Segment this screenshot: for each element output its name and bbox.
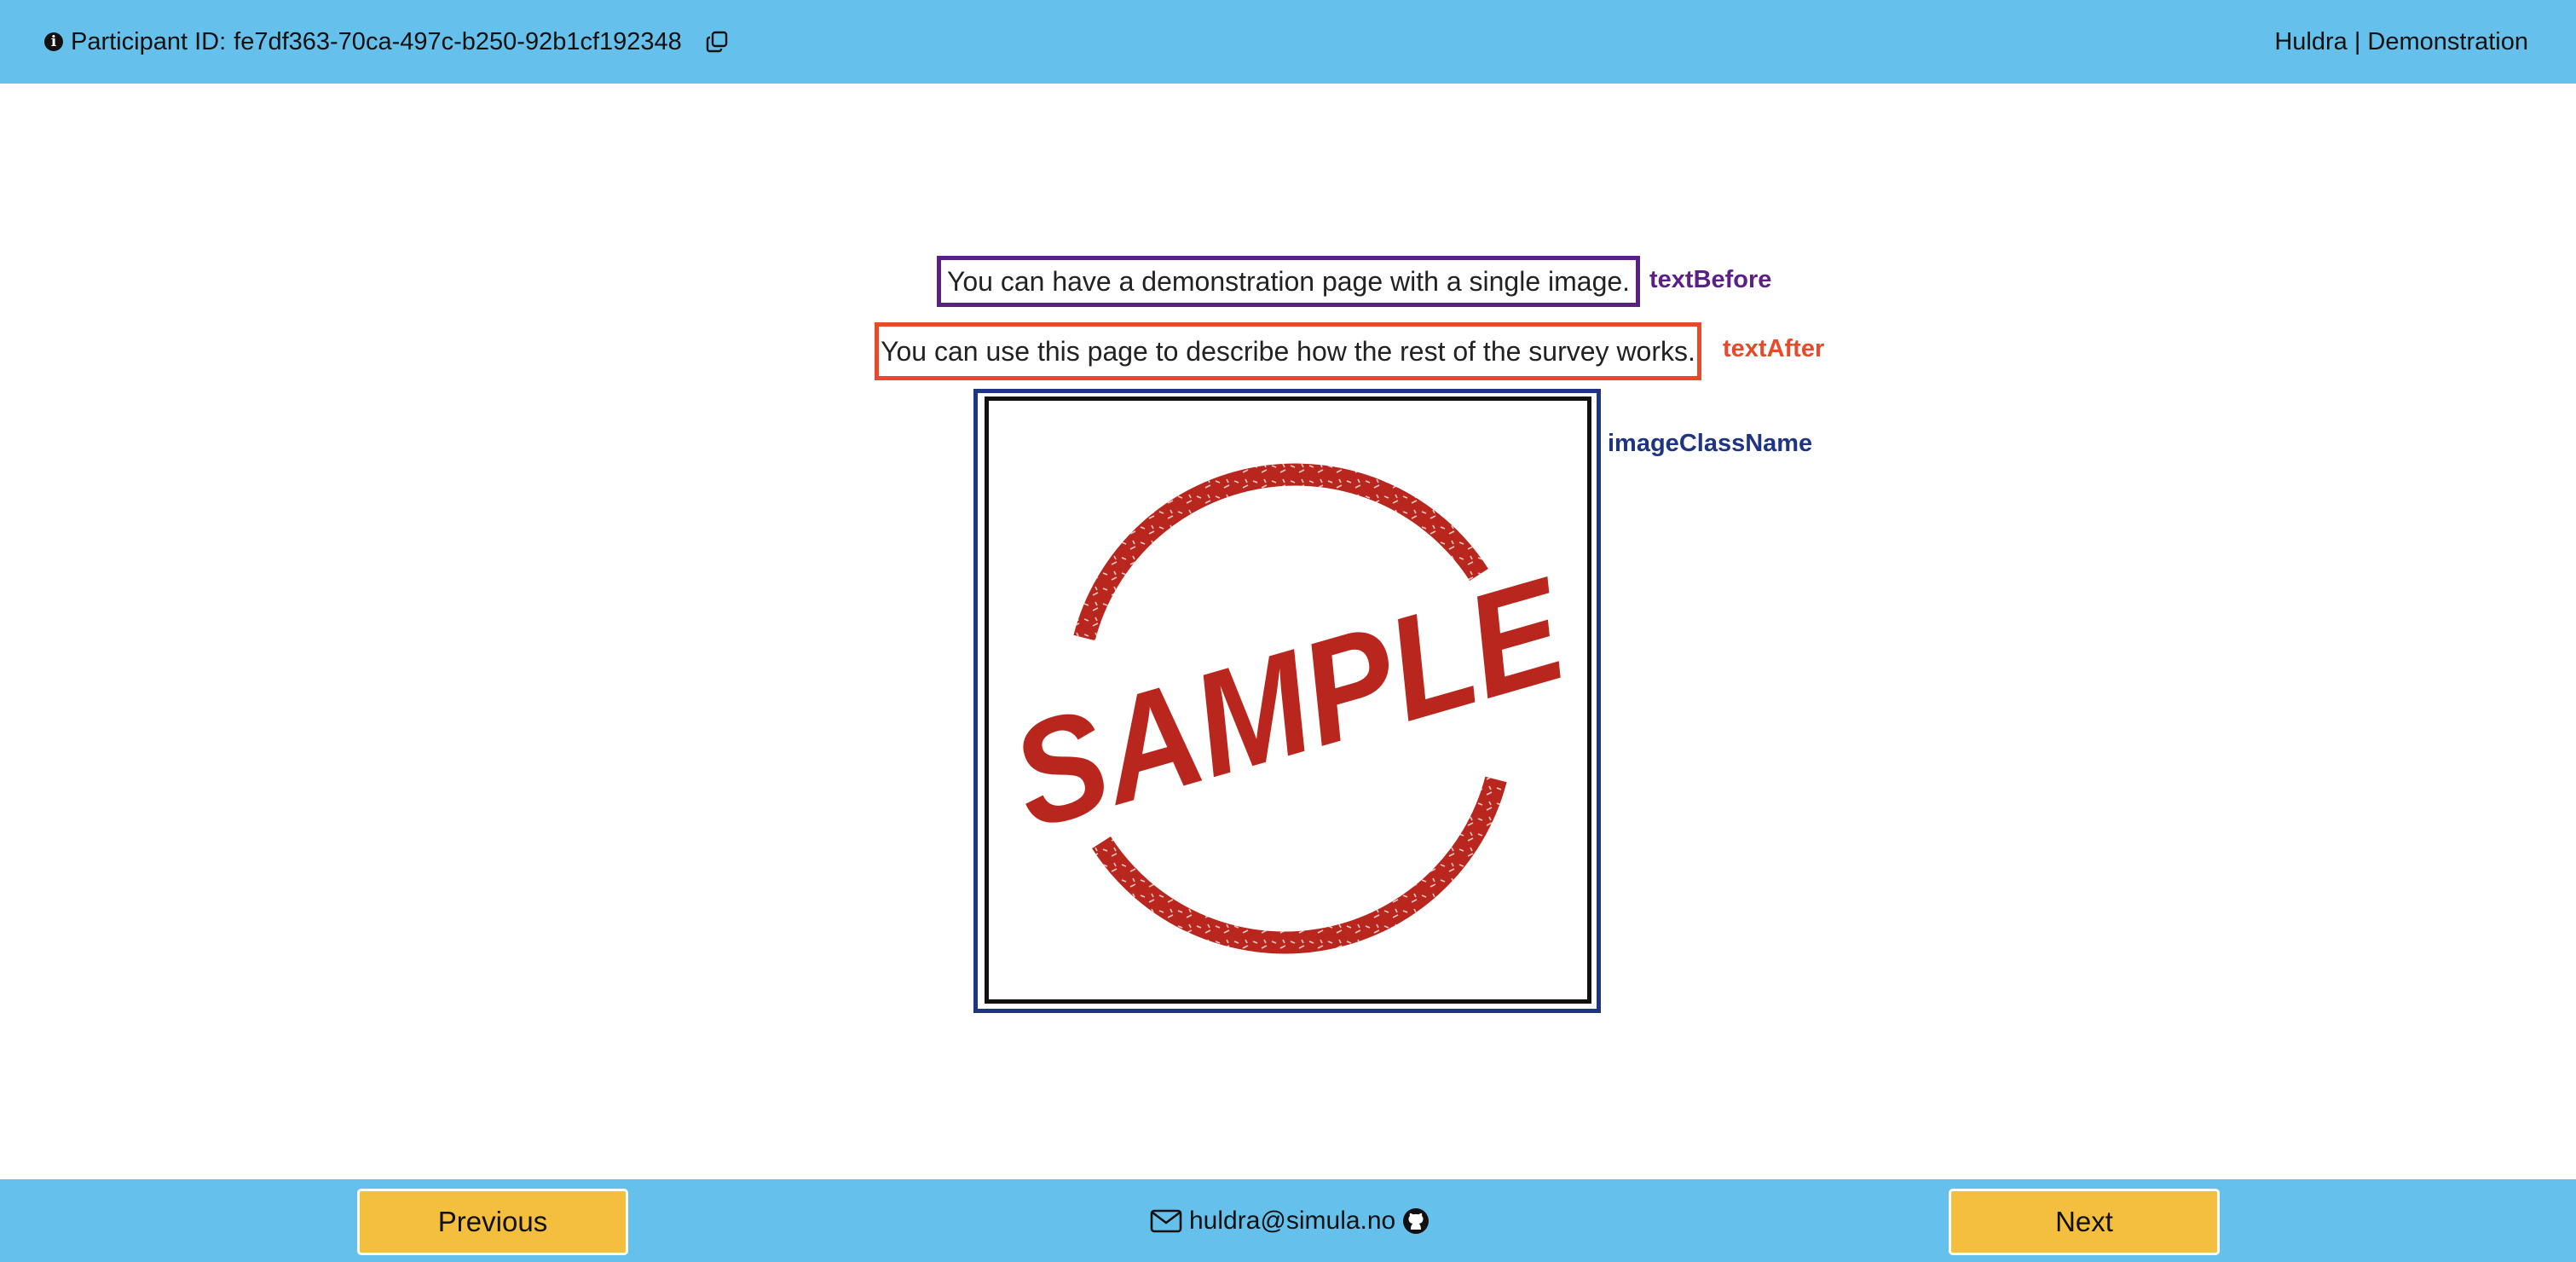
annotation-text-before: textBefore: [1649, 266, 1772, 293]
app-brand: Huldra | Demonstration: [2274, 27, 2528, 55]
survey-page: i Participant ID: fe7df363-70ca-497c-b25…: [0, 0, 2576, 1262]
annotation-text-after: textAfter: [1723, 335, 1825, 362]
sample-image: SAMPLE: [985, 397, 1591, 1004]
copy-icon[interactable]: [704, 29, 730, 55]
mail-icon[interactable]: [1150, 1208, 1182, 1234]
text-after: You can use this page to describe how th…: [875, 322, 1701, 380]
contact-email[interactable]: huldra@simula.no: [1189, 1207, 1395, 1236]
annotation-image-class-name: imageClassName: [1608, 430, 1813, 457]
contact-info: huldra@simula.no: [1150, 1179, 1430, 1262]
github-icon[interactable]: [1402, 1207, 1430, 1235]
text-before: You can have a demonstration page with a…: [937, 256, 1640, 307]
info-icon: i: [44, 32, 63, 51]
participant-id-label: Participant ID:: [71, 27, 227, 55]
next-button[interactable]: Next: [1949, 1189, 2220, 1255]
previous-button[interactable]: Previous: [357, 1189, 628, 1255]
participant-id-value: fe7df363-70ca-497c-b250-92b1cf192348: [234, 27, 682, 55]
participant-info: i Participant ID: fe7df363-70ca-497c-b25…: [44, 0, 730, 84]
sample-stamp-graphic: SAMPLE: [995, 463, 1584, 954]
top-bar: i Participant ID: fe7df363-70ca-497c-b25…: [0, 0, 2576, 84]
